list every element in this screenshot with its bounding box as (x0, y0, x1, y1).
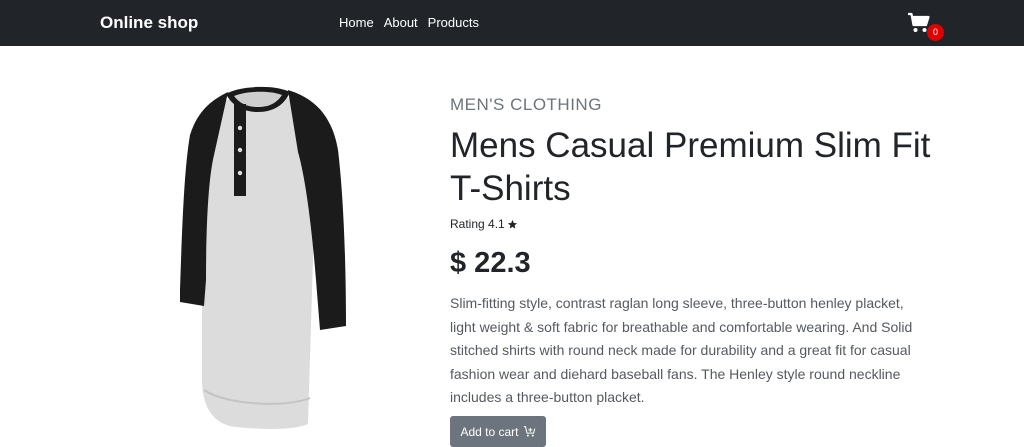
product-title: Mens Casual Premium Slim Fit T-Shirts (450, 126, 931, 208)
cart-count-badge: 0 (927, 24, 944, 41)
nav-link-products[interactable]: Products (428, 15, 479, 30)
product-category: MEN'S CLOTHING (450, 95, 602, 114)
product-description: Slim-fitting style, contrast raglan long… (450, 295, 913, 405)
navbar: Online shop Home About Products 0 (0, 0, 1024, 46)
nav-link-about[interactable]: About (384, 15, 418, 30)
cart-button[interactable]: 0 (907, 12, 947, 42)
product-rating: Rating 4.1 (450, 217, 518, 231)
star-icon (507, 219, 517, 229)
add-to-cart-label: Add to cart (460, 424, 519, 439)
brand-link[interactable]: Online shop (100, 13, 198, 33)
cart-plus-icon (523, 426, 535, 437)
nav-link-home[interactable]: Home (339, 15, 374, 30)
add-to-cart-button[interactable]: Add to cart (450, 416, 546, 447)
product-image (176, 80, 351, 435)
nav-links: Home About Products (339, 15, 489, 30)
rating-label: Rating 4.1 (450, 217, 505, 231)
product-price: $ 22.3 (450, 247, 531, 279)
